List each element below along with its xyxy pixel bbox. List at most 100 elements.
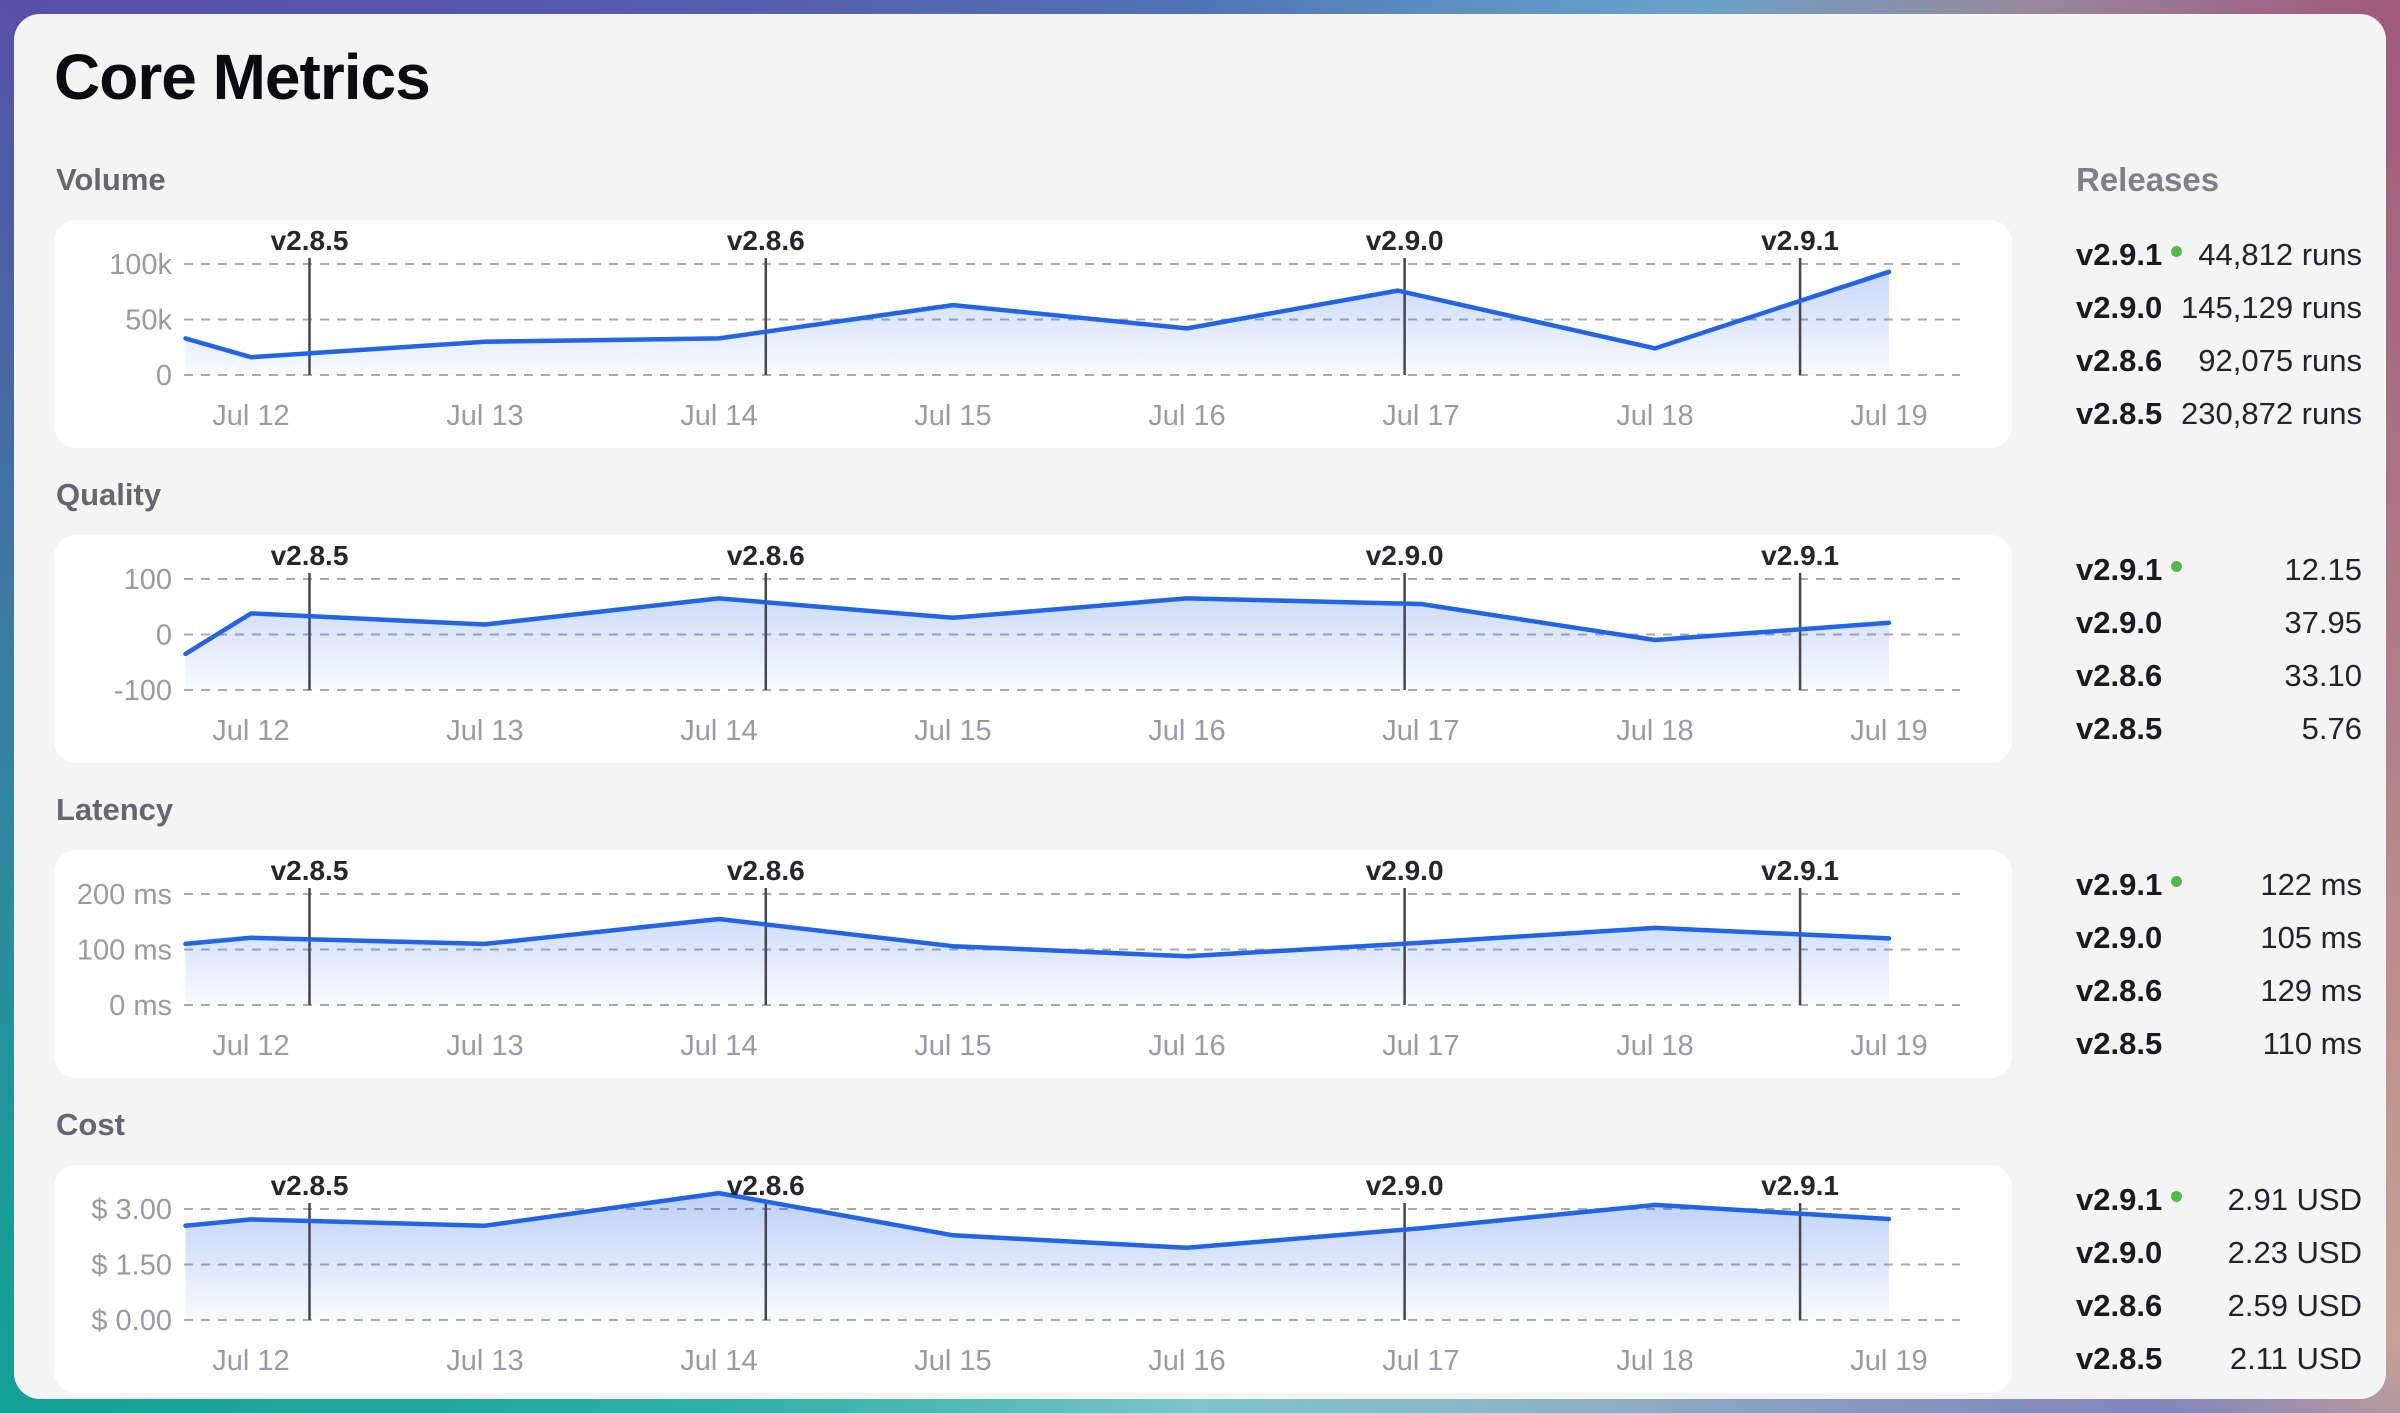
x-tick-label: Jul 12 xyxy=(212,400,289,432)
release-metric-value: 105 ms xyxy=(2260,920,2362,956)
y-tick-label: 0 xyxy=(156,620,172,652)
y-tick-label: 200 ms xyxy=(77,879,172,911)
cost-chart: $ 0.00$ 1.50$ 3.00v2.8.5v2.8.6v2.9.0v2.9… xyxy=(54,1165,2012,1393)
x-tick-label: Jul 18 xyxy=(1616,1030,1693,1062)
latency-chart-card: 0 ms100 ms200 msv2.8.5v2.8.6v2.9.0v2.9.1… xyxy=(54,850,2012,1078)
x-tick-label: Jul 16 xyxy=(1148,400,1225,432)
section-quality: Quality -1000100v2.8.5v2.8.6v2.9.0v2.9.1… xyxy=(54,477,2012,763)
dashboard-panel: Core Metrics Volume 050k100kv2.8.5v2.8.6… xyxy=(14,14,2386,1399)
section-cost: Cost $ 0.00$ 1.50$ 3.00v2.8.5v2.8.6v2.9.… xyxy=(54,1107,2012,1393)
release-marker-label: v2.9.0 xyxy=(1366,1170,1444,1201)
x-tick-label: Jul 19 xyxy=(1850,1345,1927,1377)
release-row: v2.8.6 129 ms xyxy=(2076,964,2362,1017)
release-metric-value: 145,129 runs xyxy=(2181,290,2362,326)
x-tick-label: Jul 18 xyxy=(1616,400,1693,432)
release-version-label: v2.9.1 xyxy=(2076,1182,2162,1218)
release-version-label: v2.8.5 xyxy=(2076,1026,2162,1062)
releases-group-latency: v2.9.1 122 ms v2.9.0 105 ms v2.8.6 129 m… xyxy=(2076,858,2362,1070)
release-row: v2.8.6 2.59 USD xyxy=(2076,1279,2362,1332)
release-row: v2.9.0 105 ms xyxy=(2076,911,2362,964)
release-row: v2.9.1 44,812 runs xyxy=(2076,228,2362,281)
y-tick-label: 0 ms xyxy=(109,990,172,1022)
release-version-label: v2.9.1 xyxy=(2076,237,2162,273)
current-release-dot xyxy=(2171,246,2182,257)
release-metric-value: 37.95 xyxy=(2284,605,2362,641)
release-version-label: v2.8.5 xyxy=(2076,711,2162,747)
release-version-label: v2.8.5 xyxy=(2076,396,2162,432)
release-metric-value: 110 ms xyxy=(2263,1026,2362,1062)
release-marker-label: v2.9.1 xyxy=(1761,1170,1839,1201)
release-marker-label: v2.8.5 xyxy=(271,855,349,886)
release-row: v2.8.5 2.11 USD xyxy=(2076,1332,2362,1385)
release-metric-value: 5.76 xyxy=(2302,711,2362,747)
x-tick-label: Jul 16 xyxy=(1148,1345,1225,1377)
release-row: v2.9.0 37.95 xyxy=(2076,596,2362,649)
x-tick-label: Jul 14 xyxy=(680,400,757,432)
release-row: v2.9.1 2.91 USD xyxy=(2076,1173,2362,1226)
release-version-label: v2.9.0 xyxy=(2076,605,2162,641)
x-tick-label: Jul 13 xyxy=(446,1030,523,1062)
release-marker-label: v2.8.5 xyxy=(271,225,349,256)
release-version-label: v2.9.0 xyxy=(2076,920,2162,956)
release-metric-value: 2.23 USD xyxy=(2228,1235,2362,1271)
latency-chart: 0 ms100 ms200 msv2.8.5v2.8.6v2.9.0v2.9.1… xyxy=(54,850,2012,1078)
release-row: v2.9.0 2.23 USD xyxy=(2076,1226,2362,1279)
y-tick-label: $ 3.00 xyxy=(91,1194,172,1226)
x-tick-label: Jul 12 xyxy=(212,1030,289,1062)
release-row: v2.8.5 110 ms xyxy=(2076,1017,2362,1070)
release-row: v2.9.1 12.15 xyxy=(2076,543,2362,596)
release-marker-label: v2.8.5 xyxy=(271,1170,349,1201)
release-version-label: v2.9.0 xyxy=(2076,1235,2162,1271)
release-version-label: v2.9.1 xyxy=(2076,867,2162,903)
y-tick-label: 50k xyxy=(125,305,172,337)
release-marker-label: v2.9.0 xyxy=(1366,855,1444,886)
release-metric-value: 2.59 USD xyxy=(2228,1288,2362,1324)
x-tick-label: Jul 15 xyxy=(914,1030,991,1062)
x-tick-label: Jul 12 xyxy=(212,715,289,747)
releases-group-cost: v2.9.1 2.91 USD v2.9.0 2.23 USD v2.8.6 2… xyxy=(2076,1173,2362,1385)
release-row: v2.9.1 122 ms xyxy=(2076,858,2362,911)
gradient-frame: Core Metrics Volume 050k100kv2.8.5v2.8.6… xyxy=(0,0,2400,1413)
cost-chart-card: $ 0.00$ 1.50$ 3.00v2.8.5v2.8.6v2.9.0v2.9… xyxy=(54,1165,2012,1393)
release-version-label: v2.9.0 xyxy=(2076,290,2162,326)
metric-area xyxy=(186,919,1890,1005)
release-row: v2.9.0 145,129 runs xyxy=(2076,281,2362,334)
releases-group-volume: v2.9.1 44,812 runs v2.9.0 145,129 runs v… xyxy=(2076,228,2362,440)
release-version-label: v2.9.1 xyxy=(2076,552,2162,588)
release-version-label: v2.8.6 xyxy=(2076,973,2162,1009)
x-tick-label: Jul 15 xyxy=(914,1345,991,1377)
section-heading-volume: Volume xyxy=(56,162,2012,198)
x-tick-label: Jul 18 xyxy=(1616,715,1693,747)
x-tick-label: Jul 19 xyxy=(1850,1030,1927,1062)
releases-heading: Releases xyxy=(2076,162,2362,198)
release-marker-label: v2.9.0 xyxy=(1366,225,1444,256)
x-tick-label: Jul 17 xyxy=(1382,1030,1459,1062)
release-marker-label: v2.8.6 xyxy=(727,225,805,256)
release-metric-value: 33.10 xyxy=(2284,658,2362,694)
section-heading-quality: Quality xyxy=(56,477,2012,513)
release-metric-value: 129 ms xyxy=(2260,973,2362,1009)
release-metric-value: 12.15 xyxy=(2284,552,2362,588)
y-tick-label: -100 xyxy=(114,675,172,707)
x-tick-label: Jul 19 xyxy=(1850,400,1927,432)
volume-chart: 050k100kv2.8.5v2.8.6v2.9.0v2.9.1Jul 12Ju… xyxy=(54,220,2012,448)
current-release-dot xyxy=(2171,1191,2182,1202)
quality-chart: -1000100v2.8.5v2.8.6v2.9.0v2.9.1Jul 12Ju… xyxy=(54,535,2012,763)
release-row: v2.8.6 92,075 runs xyxy=(2076,334,2362,387)
x-tick-label: Jul 17 xyxy=(1382,715,1459,747)
x-tick-label: Jul 19 xyxy=(1850,715,1927,747)
y-tick-label: 0 xyxy=(156,360,172,392)
release-row: v2.8.5 230,872 runs xyxy=(2076,387,2362,440)
release-marker-label: v2.8.5 xyxy=(271,540,349,571)
y-tick-label: 100 xyxy=(124,564,172,596)
release-metric-value: 122 ms xyxy=(2260,867,2362,903)
x-tick-label: Jul 13 xyxy=(446,400,523,432)
x-tick-label: Jul 15 xyxy=(914,715,991,747)
x-tick-label: Jul 12 xyxy=(212,1345,289,1377)
y-tick-label: 100k xyxy=(109,249,172,281)
x-tick-label: Jul 13 xyxy=(446,715,523,747)
current-release-dot xyxy=(2171,876,2182,887)
release-metric-value: 44,812 runs xyxy=(2198,237,2362,273)
y-tick-label: $ 0.00 xyxy=(91,1305,172,1337)
x-tick-label: Jul 14 xyxy=(680,715,757,747)
